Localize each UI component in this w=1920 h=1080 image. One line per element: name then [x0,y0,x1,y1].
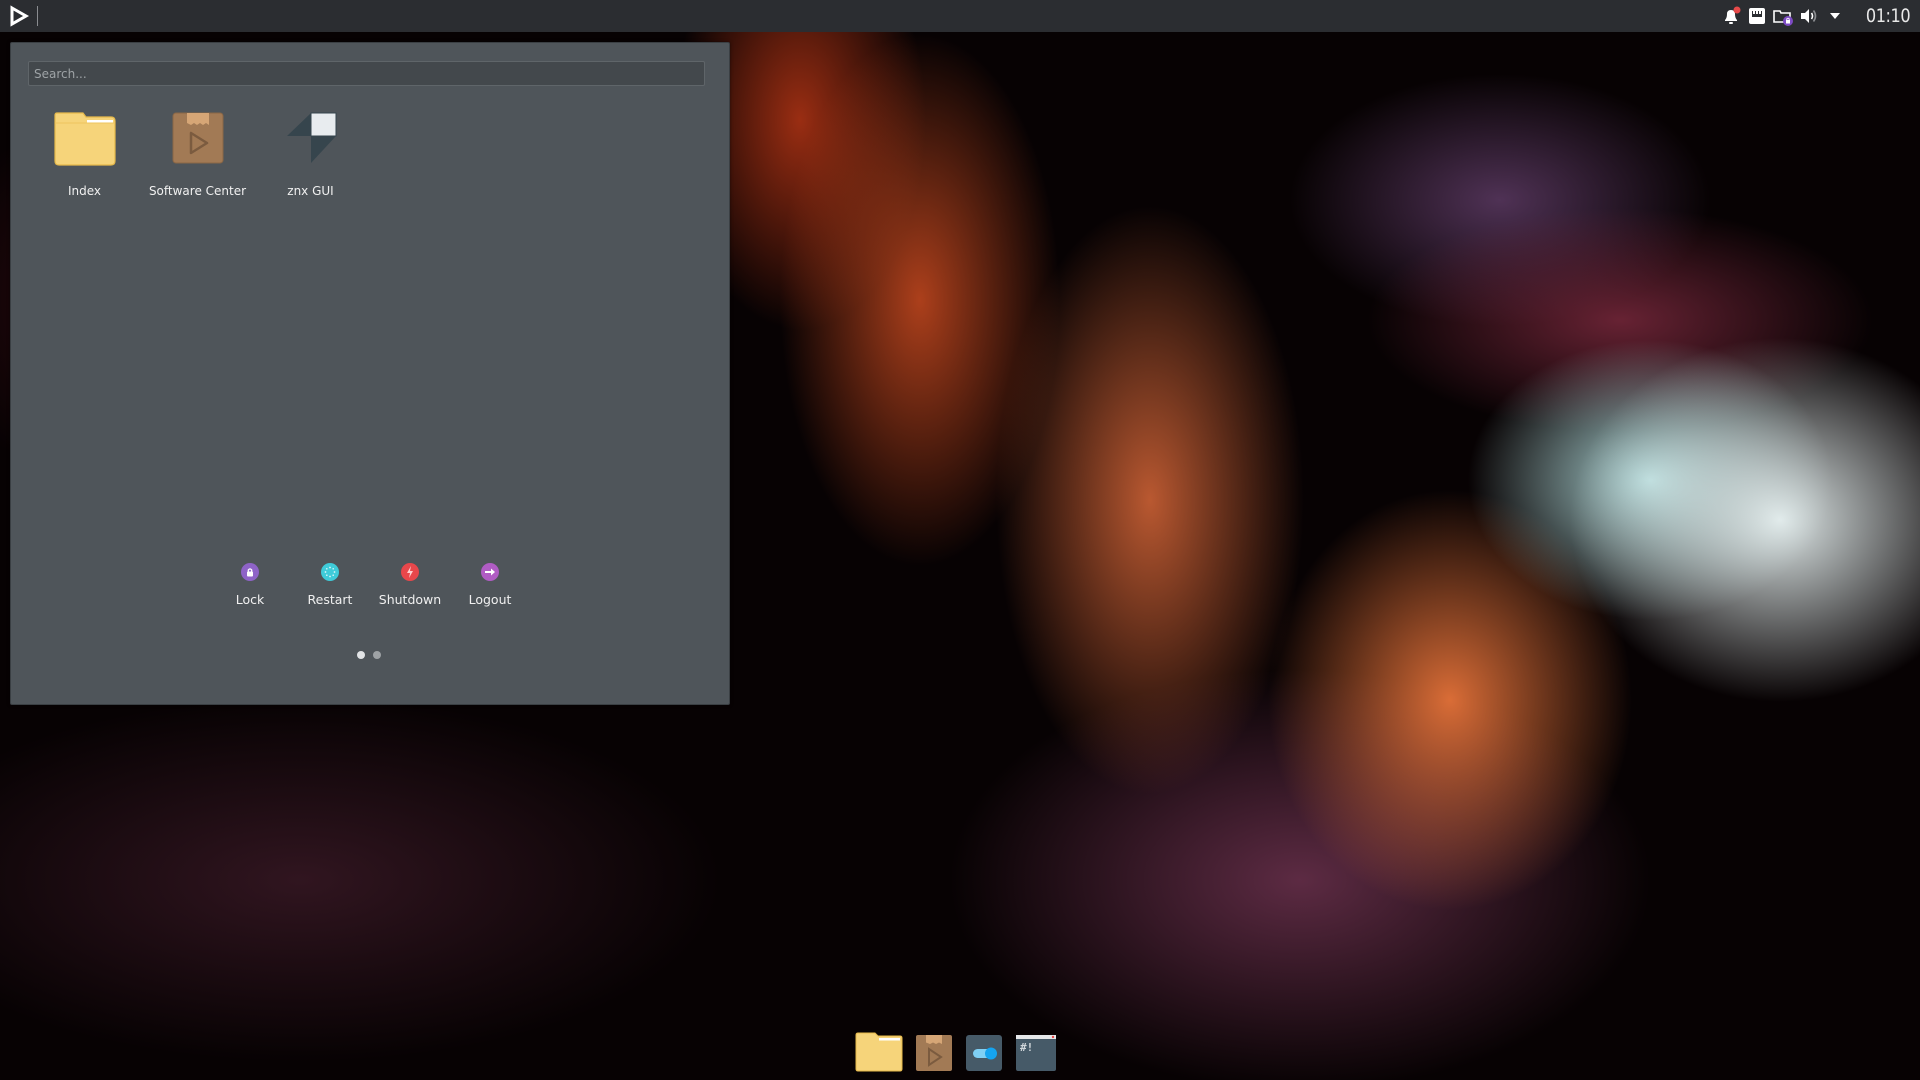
network-ethernet-icon [1748,8,1765,24]
system-tray: 01:10 [1716,0,1910,32]
dock-item-settings[interactable] [965,1034,1003,1076]
package-icon [172,112,223,164]
app-launcher-panel: Index Software Center znx GUI [10,42,730,705]
lock-icon [247,568,253,577]
clock[interactable]: 01:10 [1866,5,1911,27]
dock-item-software-center[interactable] [915,1034,953,1076]
notifications-button[interactable] [1720,5,1742,27]
restart-icon [324,566,336,578]
package-icon [916,1035,952,1071]
volume-icon [1800,9,1817,23]
play-triangle-icon [10,5,30,27]
dock-item-terminal[interactable]: #! [1015,1034,1057,1076]
power-label: Shutdown [378,592,442,607]
power-label: Restart [307,592,353,607]
folder-lock-icon [1772,10,1793,26]
top-panel: 01:10 [0,0,1920,32]
dock: #! [855,1030,1069,1076]
notification-bell-icon [1724,6,1741,24]
app-index[interactable]: Index [28,111,141,198]
shutdown-button[interactable]: Shutdown [370,563,450,607]
logout-icon [485,568,495,576]
power-label: Logout [468,592,512,607]
page-dot-1[interactable] [357,651,365,659]
dock-item-file-manager[interactable] [855,1032,903,1076]
topbar-separator [37,6,38,26]
app-znx-gui[interactable]: znx GUI [254,111,367,198]
terminal-icon: #! [1016,1035,1056,1071]
app-label: znx GUI [287,184,334,198]
vault-button[interactable] [1772,5,1794,27]
page-dot-2[interactable] [373,651,381,659]
logout-button[interactable]: Logout [450,563,530,607]
znx-icon [286,112,336,163]
app-label: Software Center [148,184,247,198]
folder-icon [53,112,116,166]
toggle-icon [966,1035,1002,1071]
app-label: Index [67,184,102,198]
folder-icon [855,1032,903,1072]
terminal-glyph: #! [1020,1041,1033,1054]
app-software-center[interactable]: Software Center [141,111,254,198]
power-label: Lock [235,592,265,607]
page-indicator [357,651,381,659]
tray-menu-button[interactable] [1824,5,1846,27]
network-button[interactable] [1746,5,1768,27]
power-icon [407,566,413,578]
restart-button[interactable]: Restart [290,563,370,607]
dropdown-arrow-icon [1829,13,1840,19]
lock-button[interactable]: Lock [210,563,290,607]
app-launcher-button[interactable] [8,5,30,27]
volume-button[interactable] [1798,5,1820,27]
search-input[interactable] [28,61,705,86]
